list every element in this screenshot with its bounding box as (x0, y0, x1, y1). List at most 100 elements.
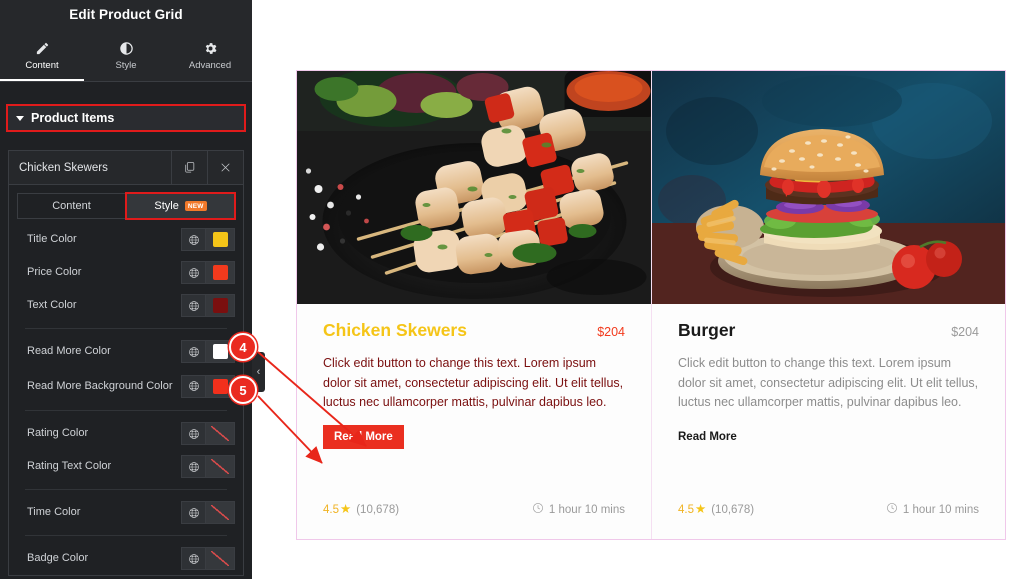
color-swatch-title[interactable] (205, 228, 235, 251)
control-rating-color-label: Rating Color (27, 427, 89, 439)
rating: 4.5 ★ (10,678) (678, 503, 754, 516)
product-description: Click edit button to change this text. L… (323, 356, 624, 409)
product-card[interactable]: Burger $204 Click edit button to change … (651, 71, 1005, 539)
tab-style[interactable]: Style (84, 30, 168, 81)
tab-advanced[interactable]: Advanced (168, 30, 252, 81)
swatch-empty (213, 426, 228, 441)
chicken-skewers-photo (297, 71, 651, 304)
tab-content-label: Content (25, 59, 59, 71)
divider (25, 410, 227, 411)
panel-title: Edit Product Grid (0, 0, 252, 30)
swatch-empty (213, 505, 228, 520)
globals-icon[interactable] (181, 455, 205, 478)
control-price-color: Price Color (9, 256, 243, 289)
repeater-item-header[interactable]: Chicken Skewers (9, 151, 243, 185)
section-product-items-label: Product Items (31, 111, 115, 125)
repeater-item: Chicken Skewers Content Style NEW Title … (8, 150, 244, 576)
card-title-row: Chicken Skewers $204 (323, 320, 625, 341)
read-more-wrap: Read More (323, 424, 625, 449)
product-card[interactable]: Chicken Skewers $204 Click edit button t… (297, 71, 651, 539)
control-rating-text-color: Rating Text Color (9, 450, 243, 483)
card-body: Chicken Skewers $204 Click edit button t… (297, 304, 651, 502)
control-text-color-label: Text Color (27, 299, 77, 311)
control-badge-color: Badge Color (9, 542, 243, 575)
panel-tabs: Content Style Advanced (0, 30, 252, 82)
style-control-list: Title Color Price Color Text Color Read … (9, 223, 243, 575)
globals-icon[interactable] (181, 228, 205, 251)
color-swatch-read-more[interactable] (205, 340, 235, 363)
divider (25, 328, 227, 329)
globals-icon[interactable] (181, 340, 205, 363)
close-icon[interactable] (207, 151, 243, 184)
control-title-color-label: Title Color (27, 233, 77, 245)
rating-value: 4.5 (323, 503, 339, 516)
globals-icon[interactable] (181, 501, 205, 524)
rating-count: (10,678) (356, 503, 400, 516)
subtab-content-label: Content (52, 200, 91, 212)
card-title-row: Burger $204 (678, 320, 979, 341)
globals-icon[interactable] (181, 374, 205, 398)
section-product-items[interactable]: Product Items (6, 104, 246, 132)
contrast-icon (119, 41, 134, 56)
product-title: Chicken Skewers (323, 320, 467, 340)
new-badge: NEW (184, 201, 207, 211)
star-icon: ★ (695, 502, 707, 517)
swatch-fill (212, 298, 228, 313)
subtab-style[interactable]: Style NEW (125, 192, 236, 220)
color-swatch-rating-text[interactable] (205, 455, 235, 478)
control-time-color: Time Color (9, 496, 243, 529)
control-price-color-label: Price Color (27, 266, 82, 278)
duplicate-icon[interactable] (171, 151, 207, 184)
card-body: Burger $204 Click edit button to change … (652, 304, 1005, 502)
preview-canvas: Chicken Skewers $204 Click edit button t… (252, 0, 1024, 579)
tab-content[interactable]: Content (0, 30, 84, 81)
star-icon: ★ (340, 502, 352, 517)
clock-icon (886, 502, 898, 517)
color-swatch-text[interactable] (205, 294, 235, 317)
color-swatch-rating[interactable] (205, 422, 235, 445)
card-footer: 4.5 ★ (10,678) 1 hour 10 mins (297, 502, 651, 539)
globals-icon[interactable] (181, 422, 205, 445)
prep-time: 1 hour 10 mins (886, 502, 979, 517)
product-price: $204 (597, 325, 625, 339)
subtab-content[interactable]: Content (17, 193, 126, 219)
repeater-item-name: Chicken Skewers (19, 161, 108, 174)
color-swatch-read-more-bg[interactable] (205, 374, 235, 398)
caret-down-icon (16, 115, 24, 121)
control-read-more-color-label: Read More Color (27, 345, 111, 357)
tab-advanced-label: Advanced (188, 59, 232, 71)
read-more-button[interactable]: Read More (323, 424, 404, 449)
pencil-icon (35, 41, 50, 56)
swatch-fill (212, 232, 228, 247)
control-read-more-background-color-label: Read More Background Color (27, 379, 173, 392)
product-description: Click edit button to change this text. L… (678, 356, 979, 409)
swatch-empty (213, 459, 228, 474)
read-more-wrap: Read More (678, 425, 979, 449)
globals-icon[interactable] (181, 294, 205, 317)
spacer (0, 82, 252, 104)
card-footer: 4.5 ★ (10,678) 1 hour 10 mins (652, 502, 1005, 539)
control-title-color: Title Color (9, 223, 243, 256)
control-rating-color: Rating Color (9, 417, 243, 450)
swatch-empty (213, 551, 228, 566)
color-swatch-price[interactable] (205, 261, 235, 284)
tab-style-label: Style (115, 59, 137, 71)
swatch-fill (212, 344, 228, 359)
color-swatch-time[interactable] (205, 501, 235, 524)
color-swatch-badge[interactable] (205, 547, 235, 570)
panel-collapse-handle[interactable]: ‹ (252, 352, 265, 392)
clock-icon (532, 502, 544, 517)
prep-time-label: 1 hour 10 mins (548, 503, 625, 516)
globals-icon[interactable] (181, 261, 205, 284)
rating-count: (10,678) (711, 503, 755, 516)
globals-icon[interactable] (181, 547, 205, 570)
divider (25, 489, 227, 490)
read-more-button[interactable]: Read More (678, 425, 737, 449)
prep-time-label: 1 hour 10 mins (902, 503, 979, 516)
prep-time: 1 hour 10 mins (532, 502, 625, 517)
swatch-fill (212, 378, 228, 394)
rating-value: 4.5 (678, 503, 694, 516)
gear-icon (203, 41, 218, 56)
burger-photo (652, 71, 1005, 304)
editor-sidebar: Edit Product Grid Content Style Advanced (0, 0, 252, 579)
